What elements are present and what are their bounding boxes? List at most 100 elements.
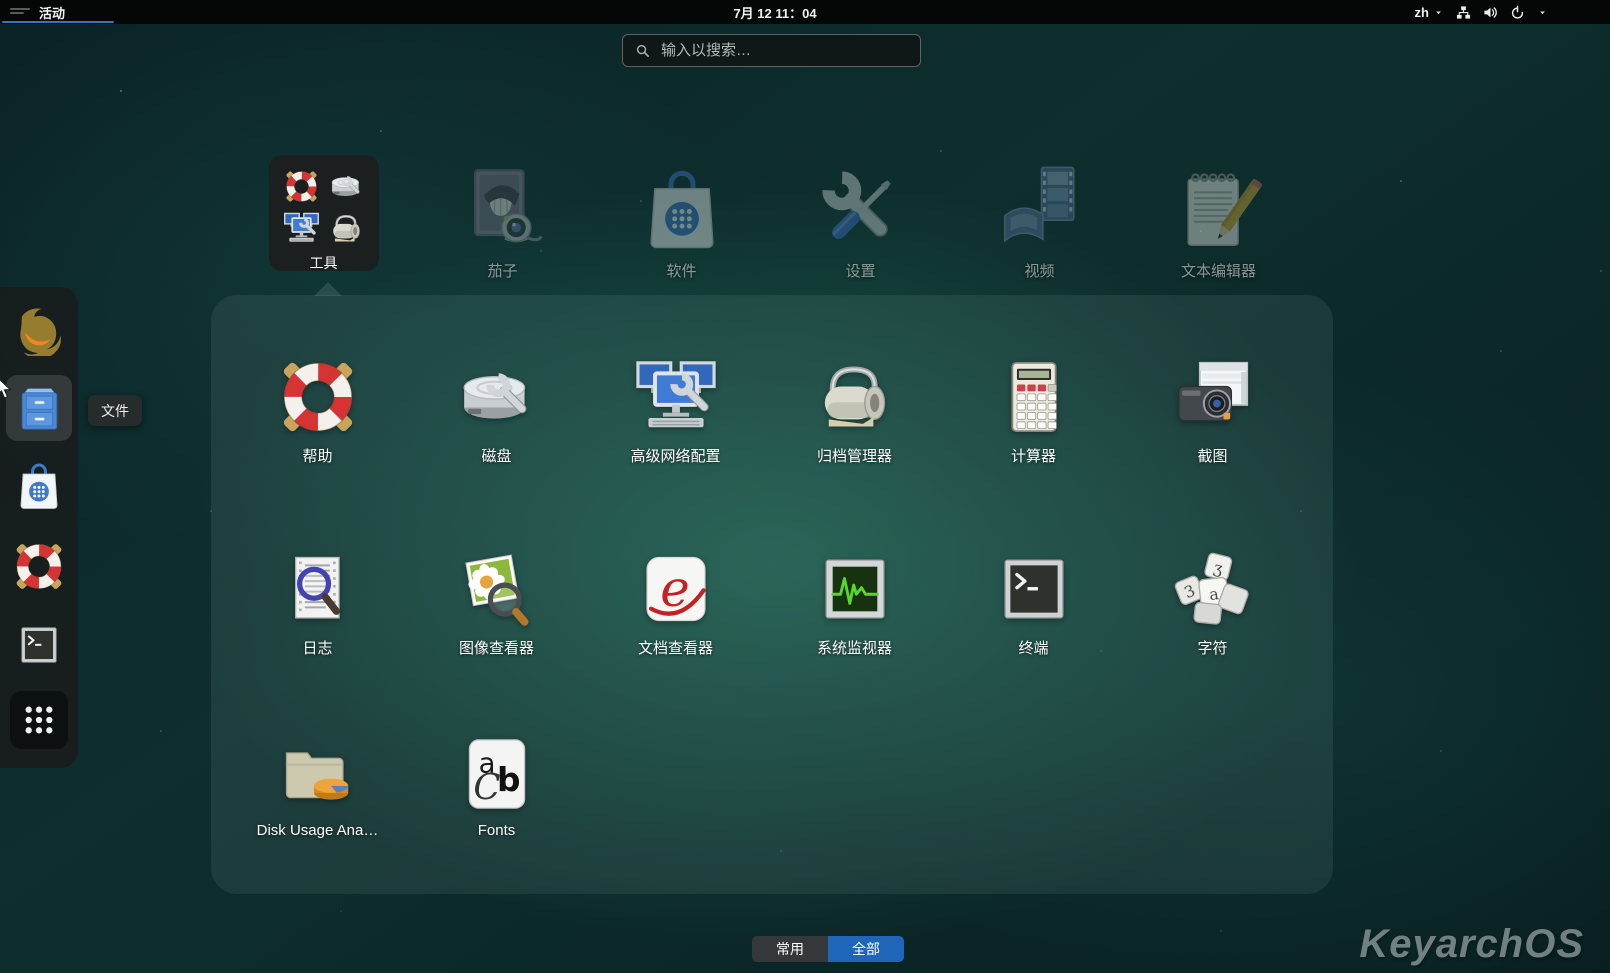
folder-apps-row-1: 帮助 磁盘 高级网络配置 归档管理器 计算器 截图 xyxy=(228,355,1302,466)
monitors-wrench-icon xyxy=(634,355,718,439)
app-cheese[interactable]: 茄子 xyxy=(413,155,592,281)
app-label: 设置 xyxy=(845,263,876,280)
app-item-disk-usage-analyzer[interactable]: Disk Usage Ana… xyxy=(228,732,407,839)
search-bar[interactable] xyxy=(622,34,921,67)
photo-magnifier-icon xyxy=(455,547,539,631)
folder-apps-row-3: Disk Usage Ana… Fonts xyxy=(228,732,1302,839)
folder-tools-tile[interactable]: 工具 xyxy=(268,155,379,271)
volume-icon[interactable] xyxy=(1483,5,1498,20)
dock-item-app-grid[interactable] xyxy=(10,691,68,749)
mouse-cursor xyxy=(0,376,12,400)
app-item-characters[interactable]: 字符 xyxy=(1123,547,1302,658)
app-item-screenshot[interactable]: 截图 xyxy=(1123,355,1302,466)
activities-button[interactable]: 活动 xyxy=(0,0,114,24)
app-item-help[interactable]: 帮助 xyxy=(228,355,407,466)
app-software[interactable]: 软件 xyxy=(592,155,771,281)
dock-item-software[interactable] xyxy=(12,459,67,514)
clock-label: 7月 12 11：04 xyxy=(733,5,817,21)
folder-piechart-icon xyxy=(276,732,360,816)
app-label: 字符 xyxy=(1197,640,1228,657)
app-item-calculator[interactable]: 计算器 xyxy=(944,355,1123,466)
dash-dock xyxy=(0,287,78,768)
app-text-editor[interactable]: 文本编辑器 xyxy=(1129,155,1308,281)
fonts-acb-icon xyxy=(455,732,539,816)
app-label: 归档管理器 xyxy=(816,448,892,465)
folder-preview-grid xyxy=(283,168,365,247)
tools-folder-popup: 帮助 磁盘 高级网络配置 归档管理器 计算器 截图 日志 图像查看器 文档查看器… xyxy=(211,295,1333,894)
power-icon[interactable] xyxy=(1510,5,1525,20)
lifebuoy-icon xyxy=(283,168,320,205)
network-wired-icon[interactable] xyxy=(1456,5,1471,20)
gnome-activities-overview: 活动 7月 12 11：04 zh 输入以搜索… 工具 茄子 软件 设置 视频 … xyxy=(0,0,1610,973)
caret-down-icon xyxy=(1537,7,1548,18)
app-item-image-viewer[interactable]: 图像查看器 xyxy=(407,547,586,658)
app-item-logs[interactable]: 日志 xyxy=(228,547,407,658)
tooltip-label: 文件 xyxy=(101,402,129,419)
app-item-document-viewer[interactable]: 文档查看器 xyxy=(586,547,765,658)
app-settings[interactable]: 设置 xyxy=(771,155,950,281)
app-label: Disk Usage Ana… xyxy=(256,822,379,839)
calculator-icon xyxy=(992,355,1076,439)
software-bag-icon xyxy=(635,163,729,257)
app-videos[interactable]: 视频 xyxy=(950,155,1129,281)
folder-label: 工具 xyxy=(309,255,338,271)
app-label: Fonts xyxy=(477,822,516,839)
file-cabinet-icon xyxy=(13,382,66,435)
dock-item-help[interactable] xyxy=(12,539,67,594)
clock-button[interactable]: 7月 12 11：04 xyxy=(733,0,816,24)
document-magnifier-icon xyxy=(276,547,360,631)
settings-tools-icon xyxy=(814,163,908,257)
folder-tools[interactable]: 工具 xyxy=(234,155,413,281)
app-label: 截图 xyxy=(1197,448,1228,465)
app-label: 图像查看器 xyxy=(458,640,534,657)
search-input[interactable] xyxy=(659,41,908,60)
app-item-archive-manager[interactable]: 归档管理器 xyxy=(765,355,944,466)
dock-item-firefox[interactable] xyxy=(12,301,67,356)
folder-apps-row-2: 日志 图像查看器 文档查看器 系统监视器 终端 字符 xyxy=(228,547,1302,658)
distro-logo-icon xyxy=(10,8,30,16)
language-label: zh xyxy=(1414,4,1429,20)
notepad-pencil-icon xyxy=(1172,163,1266,257)
app-label: 终端 xyxy=(1018,640,1049,657)
cheese-webcam-icon xyxy=(456,163,550,257)
app-label: 磁盘 xyxy=(481,448,512,465)
dock-item-files[interactable] xyxy=(6,375,72,441)
evince-e-icon xyxy=(634,547,718,631)
app-item-system-monitor[interactable]: 系统监视器 xyxy=(765,547,944,658)
folder-popup-pointer xyxy=(314,282,342,296)
activities-active-indicator xyxy=(2,20,114,23)
app-item-terminal[interactable]: 终端 xyxy=(944,547,1123,658)
all-label: 全部 xyxy=(852,941,880,957)
app-item-disks[interactable]: 磁盘 xyxy=(407,355,586,466)
app-label: 文档查看器 xyxy=(637,640,713,657)
keyboard-language-selector[interactable]: zh xyxy=(1415,5,1444,20)
app-label: 文本编辑器 xyxy=(1180,263,1256,280)
frequent-view-button[interactable]: 常用 xyxy=(752,936,828,962)
archive-roller-icon xyxy=(328,210,365,247)
app-label: 日志 xyxy=(302,640,333,657)
waveform-monitor-icon xyxy=(813,547,897,631)
frequent-label: 常用 xyxy=(776,941,804,957)
system-status-area[interactable]: zh xyxy=(1415,0,1548,24)
caret-down-icon xyxy=(1433,7,1444,18)
app-label: 视频 xyxy=(1024,263,1055,280)
app-label: 高级网络配置 xyxy=(630,448,721,465)
search-icon xyxy=(635,43,650,58)
grid-9-dots-icon xyxy=(17,698,61,742)
app-categories-row: 工具 茄子 软件 设置 视频 文本编辑器 xyxy=(234,155,1308,281)
all-view-button[interactable]: 全部 xyxy=(828,936,904,962)
lifebuoy-icon xyxy=(276,355,360,439)
dock-item-terminal[interactable] xyxy=(14,620,64,670)
app-label: 帮助 xyxy=(302,448,333,465)
app-item-advanced-network[interactable]: 高级网络配置 xyxy=(586,355,765,466)
apps-view-switcher: 常用 全部 xyxy=(752,936,904,962)
keycaps-icon xyxy=(1171,547,1255,631)
camera-window-icon xyxy=(1171,355,1255,439)
top-bar: 活动 7月 12 11：04 zh xyxy=(0,0,1610,24)
app-label: 软件 xyxy=(666,263,697,280)
monitors-wrench-icon xyxy=(283,210,320,247)
dock-tooltip: 文件 xyxy=(88,395,142,426)
app-item-fonts[interactable]: Fonts xyxy=(407,732,586,839)
videos-filmstrip-icon xyxy=(993,163,1087,257)
os-watermark: KeyarchOS xyxy=(1359,922,1584,966)
